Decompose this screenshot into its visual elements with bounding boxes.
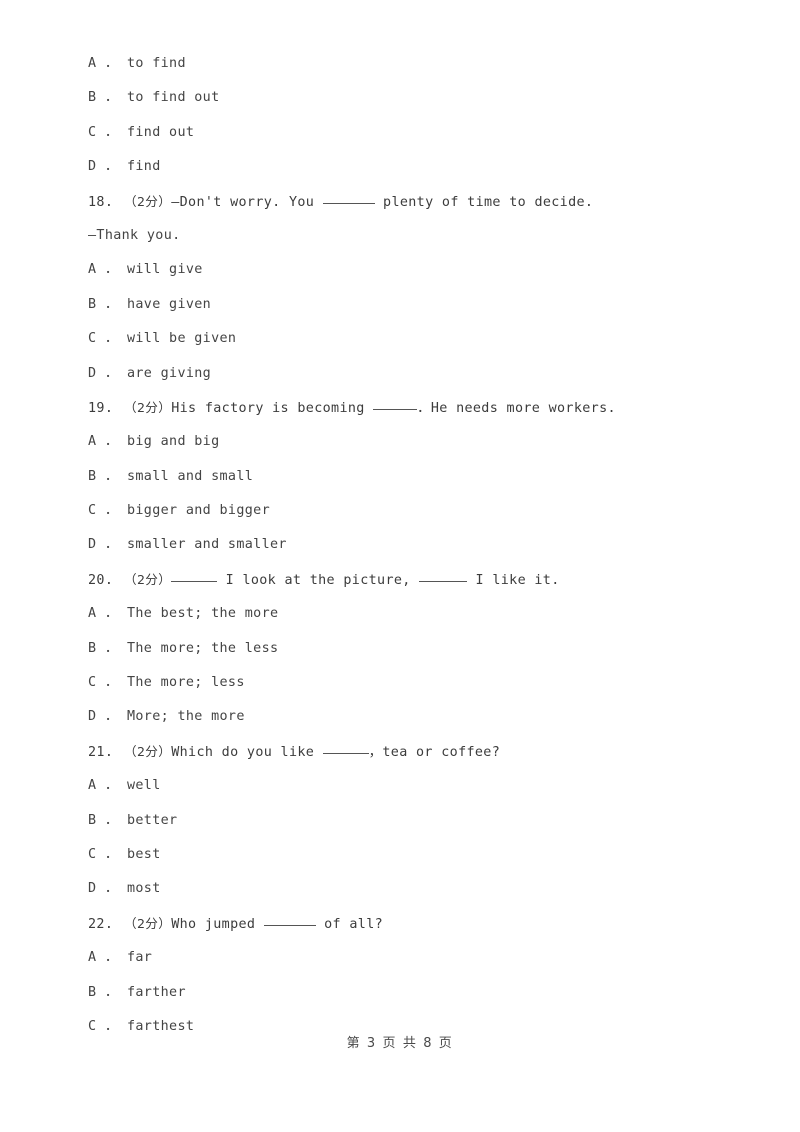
question-list: A ． to find B ． to find out C ． find out… — [88, 47, 728, 1044]
option-line: A ． The best; the more — [88, 606, 279, 622]
question-text-post: I like it. — [467, 572, 560, 588]
question-stem-18: 18. （2分）—Don't worry. You plenty of time … — [88, 185, 728, 219]
question-text-post: ．He needs more workers. — [417, 400, 616, 416]
question-stem-20: 20. （2分） I look at the picture, I like it… — [88, 563, 728, 597]
exam-page: A ． to find B ． to find out C ． find out… — [0, 0, 800, 1132]
question-text-post: ，tea or coffee? — [368, 744, 501, 760]
option-line: D ． find — [88, 159, 161, 175]
question-marks: （2分） — [124, 915, 172, 931]
question-number: 20. — [88, 572, 114, 588]
option-line: A ． will give — [88, 262, 203, 278]
option-line: B ． to find out — [88, 90, 220, 106]
option-line: A ． well — [88, 778, 161, 794]
option-line: C ． The more; less — [88, 675, 245, 691]
question-stem-21: 21. （2分）Which do you like ，tea or coffee? — [88, 735, 728, 769]
option-line: B ． better — [88, 812, 178, 828]
option-line: D ． most — [88, 881, 161, 897]
option-line: C ． best — [88, 846, 161, 862]
option-line: D ． More; the more — [88, 709, 245, 725]
question-text-mid: I look at the picture, — [217, 572, 420, 588]
option-line: B ． The more; the less — [88, 640, 279, 656]
answer-blank — [171, 570, 218, 582]
question-text-pre: —Don't worry. You — [171, 194, 323, 210]
question-number: 18. — [88, 194, 114, 210]
option-line: C ． find out — [88, 124, 195, 140]
option-line: B ． have given — [88, 296, 212, 312]
question-marks: （2分） — [124, 743, 172, 759]
page-footer: 第 3 页 共 8 页 — [346, 1036, 454, 1051]
question-stem-22: 22. （2分）Who jumped of all? — [88, 907, 728, 941]
option-line: D ． are giving — [88, 365, 212, 381]
question-number: 19. — [88, 400, 114, 416]
question-text-post: of all? — [315, 916, 384, 932]
question-number: 22. — [88, 916, 114, 932]
option-line: A ． big and big — [88, 434, 220, 450]
answer-blank — [373, 398, 418, 410]
option-line: B ． farther — [88, 984, 186, 1000]
question-number: 21. — [88, 744, 114, 760]
question-stem-19: 19. （2分）His factory is becoming ．He needs… — [88, 391, 728, 425]
answer-blank — [322, 192, 375, 204]
option-line: A ． far — [88, 950, 153, 966]
question-text-pre: His factory is becoming — [171, 400, 374, 416]
answer-blank-2 — [419, 570, 468, 582]
question-marks: （2分） — [124, 193, 172, 209]
question-marks: （2分） — [124, 399, 172, 415]
answer-blank — [263, 914, 316, 926]
question-stem-18-line2: —Thank you. — [88, 227, 181, 243]
option-line: D ． smaller and smaller — [88, 537, 287, 553]
question-text-pre: Who jumped — [171, 916, 264, 932]
answer-blank — [322, 742, 369, 754]
option-line: C ． will be given — [88, 331, 237, 347]
option-line: A ． to find — [88, 56, 186, 71]
question-text-pre: Which do you like — [171, 744, 323, 760]
question-text-post: plenty of time to decide. — [374, 194, 594, 210]
option-line: C ． bigger and bigger — [88, 503, 270, 519]
question-marks: （2分） — [124, 571, 172, 587]
option-line: B ． small and small — [88, 468, 254, 484]
